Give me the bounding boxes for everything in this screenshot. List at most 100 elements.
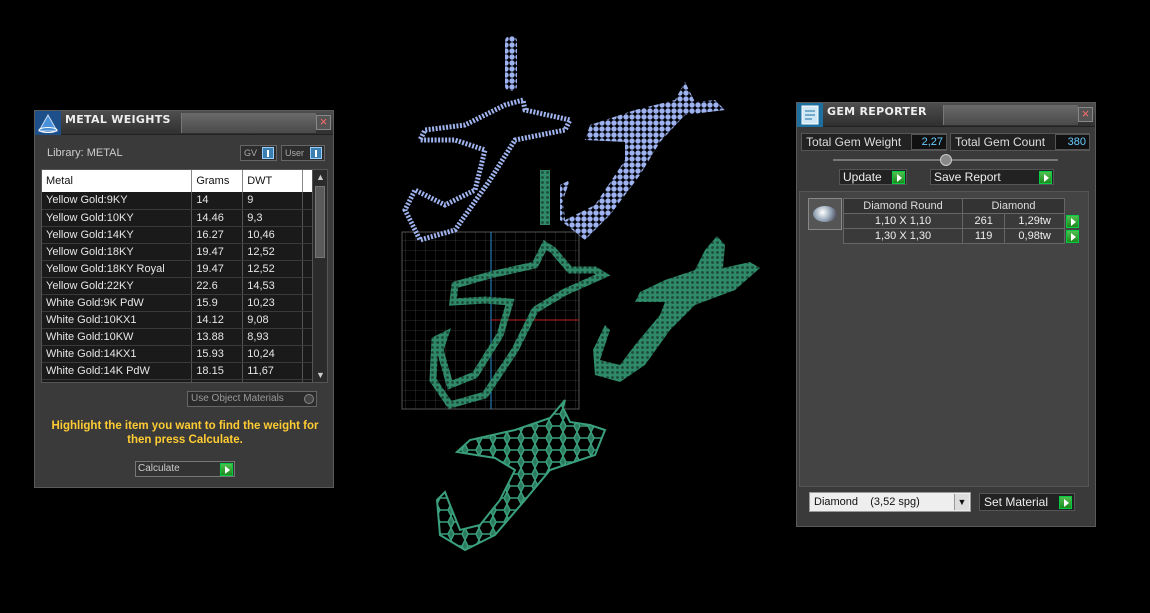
gem-cell-count: 119 [961, 228, 1006, 244]
model-viewport[interactable] [395, 30, 775, 560]
titlebar-strip [943, 105, 1078, 125]
material-select[interactable]: Diamond (3,52 spg) ▼ [809, 492, 971, 512]
metal-cell-extra [302, 379, 313, 382]
gem-report-list: Diamond Round Diamond 1,10 X 1,10 261 1,29… [799, 191, 1089, 487]
gem-reporter-close-button[interactable]: × [1078, 107, 1093, 122]
metal-cell-extra [302, 311, 313, 329]
metal-table-row[interactable]: Yellow Gold:18KY Royal 19.47 12,52 [42, 260, 313, 278]
gem-reporter-title: GEM REPORTER [827, 105, 927, 118]
metal-table-row[interactable]: Yellow Gold:14KY 16.27 10,46 [42, 226, 313, 244]
calculate-button[interactable]: Calculate [135, 461, 235, 477]
column-header-dwt[interactable]: DWT [242, 170, 304, 192]
metal-cell-grams: 19.47 [191, 243, 244, 261]
metal-cell-grams: 18.15 [191, 362, 244, 380]
titlebar-strip [181, 113, 316, 133]
metal-weights-logo-icon [35, 111, 61, 135]
gv-toggle-label: GV [244, 148, 258, 158]
total-gem-count-value: 380 [1055, 134, 1090, 150]
metal-table-row[interactable]: White Gold:14KW17.010,93 [42, 379, 313, 382]
calculate-label: Calculate [138, 463, 180, 474]
column-header-extra [302, 170, 313, 192]
metal-cell-dwt: 10,24 [242, 345, 304, 363]
metal-table-row[interactable]: Yellow Gold:22KY 22.6 14,53 [42, 277, 313, 295]
play-arrow-icon[interactable] [1066, 214, 1079, 228]
scroll-thumb[interactable] [315, 186, 325, 258]
metal-cell-extra [302, 362, 313, 380]
metal-cell-metal: Yellow Gold:9KY [42, 192, 193, 210]
gem-cell-size: 1,10 X 1,10 [843, 213, 963, 229]
save-report-button[interactable]: Save Report [930, 169, 1054, 185]
metal-table-row[interactable]: White Gold:9K PdW 15.9 10,23 [42, 294, 313, 312]
instruction-hint: Highlight the item you want to find the … [51, 420, 319, 446]
gem-row-select-button[interactable] [1065, 214, 1081, 229]
metal-table-row[interactable]: White Gold:14KX1 15.93 10,24 [42, 345, 313, 363]
metal-table-row[interactable]: White Gold:10KX1 14.12 9,08 [42, 311, 313, 329]
metal-cell-metal: Yellow Gold:10KY [42, 209, 193, 227]
gv-toggle[interactable]: GV [240, 145, 277, 161]
metal-table-row[interactable]: White Gold:14K PdW 18.15 11,67 [42, 362, 313, 380]
metal-table: Metal Grams DWT Yellow Gold:9KY 14 9 Yellow… [41, 169, 328, 383]
gem-reporter-titlebar[interactable]: GEM REPORTER × [797, 103, 1095, 127]
gem-cell-weight: 0,98tw [1004, 228, 1065, 244]
gem-cell-size: 1,30 X 1,30 [843, 228, 963, 244]
metal-cell-extra [302, 345, 313, 363]
metal-table-row[interactable]: Yellow Gold:10KY 14.46 9,3 [42, 209, 313, 227]
metal-weights-close-button[interactable]: × [316, 115, 331, 130]
use-object-materials-label: Use Object Materials [191, 393, 284, 404]
total-gem-weight-value: 2,27 [911, 134, 947, 150]
metal-cell-dwt: 9 [242, 192, 304, 210]
gem-shape-header: Diamond Round [843, 198, 963, 214]
gem-filled-right [560, 82, 725, 240]
update-arrow-icon[interactable] [892, 171, 905, 184]
metal-cell-dwt: 9,08 [242, 311, 304, 329]
save-report-label: Save Report [934, 170, 1001, 184]
metal-cell-grams: 16.27 [191, 226, 244, 244]
metal-weights-title: METAL WEIGHTS [65, 113, 171, 126]
metal-table-row[interactable]: Yellow Gold:18KY 19.47 12,52 [42, 243, 313, 261]
use-object-materials-option[interactable]: Use Object Materials [187, 391, 317, 407]
gem-table-header: Diamond Round Diamond [843, 198, 1081, 214]
gem-table-row[interactable]: 1,10 X 1,10 261 1,29tw [843, 213, 1081, 229]
metal-cell-dwt: 8,93 [242, 328, 304, 346]
user-toggle[interactable]: User [281, 145, 325, 161]
metal-cell-extra [302, 294, 313, 312]
gem-reporter-logo-icon [797, 103, 823, 127]
metal-cell-metal: White Gold:10KX1 [42, 311, 193, 329]
update-button[interactable]: Update [839, 169, 907, 185]
column-header-grams[interactable]: Grams [191, 170, 244, 192]
metal-cell-dwt: 12,52 [242, 260, 304, 278]
metal-cell-extra [302, 260, 313, 278]
metal-table-row[interactable]: Yellow Gold:9KY 14 9 [42, 192, 313, 210]
metal-j-bottom [435, 399, 607, 552]
metal-table-scrollbar[interactable]: ▲ ▼ [312, 170, 327, 382]
metal-cell-metal: Yellow Gold:18KY Royal [42, 260, 193, 278]
set-material-label: Set Material [984, 495, 1049, 509]
metal-cell-grams: 19.47 [191, 260, 244, 278]
metal-cell-dwt: 10,93 [242, 379, 304, 382]
splitter-knob[interactable] [940, 154, 952, 166]
radio-icon[interactable] [304, 394, 314, 404]
scroll-down-icon[interactable]: ▼ [313, 368, 327, 382]
update-label: Update [843, 170, 882, 184]
metal-weights-titlebar[interactable]: METAL WEIGHTS × [35, 111, 333, 135]
column-header-metal[interactable]: Metal [42, 170, 193, 192]
scroll-up-icon[interactable]: ▲ [313, 170, 327, 184]
metal-cell-extra [302, 328, 313, 346]
metal-table-row[interactable]: White Gold:10KW 13.88 8,93 [42, 328, 313, 346]
metal-j-right [593, 236, 760, 382]
play-arrow-icon[interactable] [1066, 229, 1080, 243]
metal-cell-grams: 17.0 [191, 379, 244, 382]
metal-cell-grams: 15.9 [191, 294, 244, 312]
metal-cell-dwt: 11,67 [242, 362, 304, 380]
set-material-arrow-icon[interactable] [1059, 496, 1072, 509]
gem-row-select-button[interactable] [1065, 229, 1081, 244]
metal-cell-grams: 14 [191, 192, 244, 210]
chevron-down-icon[interactable]: ▼ [954, 494, 969, 510]
play-arrow-icon[interactable] [220, 463, 233, 476]
metal-cell-grams: 14.12 [191, 311, 244, 329]
gem-bail [505, 36, 517, 91]
save-report-arrow-icon[interactable] [1039, 171, 1052, 184]
gem-table-row[interactable]: 1,30 X 1,30 119 0,98tw [843, 228, 1081, 244]
metal-cell-grams: 13.88 [191, 328, 244, 346]
set-material-button[interactable]: Set Material [979, 493, 1075, 511]
